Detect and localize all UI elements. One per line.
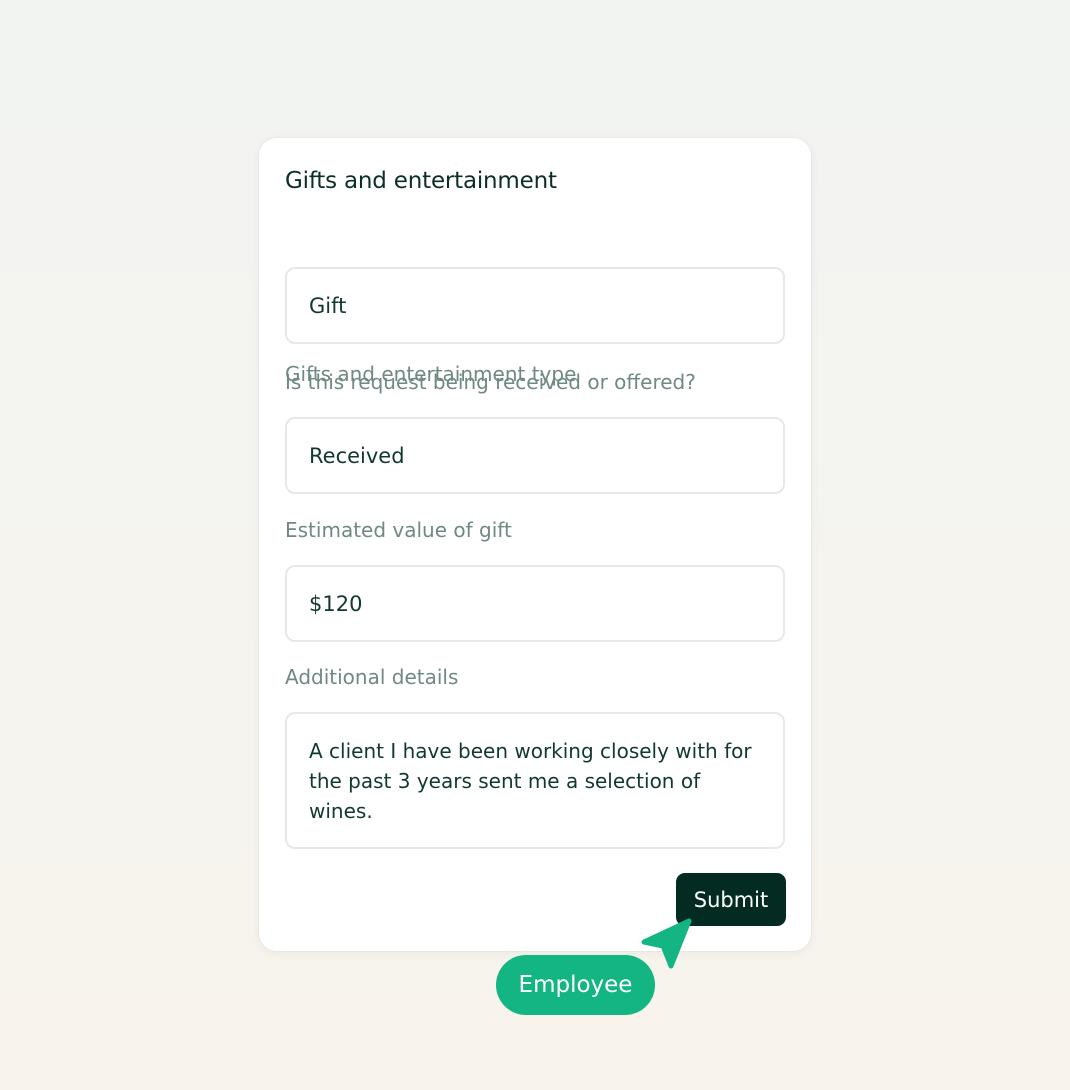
received-offered-field[interactable]: Received [285,417,785,494]
estimated-value-label: Estimated value of gift [285,518,512,542]
estimated-value-field[interactable]: $120 [285,565,785,642]
additional-details-label: Additional details [285,665,459,689]
form-title: Gifts and entertainment [285,168,557,194]
gift-type-field[interactable]: Gift [285,267,785,344]
received-offered-label: Is this request being received or offere… [285,370,696,394]
additional-details-field[interactable]: A client I have been working closely wit… [285,712,785,849]
employee-cursor-badge: Employee [496,955,655,1015]
pointer-arrow-icon [641,918,692,969]
gifts-form-card: Gifts and entertainment Gifts and entert… [259,138,811,951]
pointer-arrow-shape [641,918,692,969]
